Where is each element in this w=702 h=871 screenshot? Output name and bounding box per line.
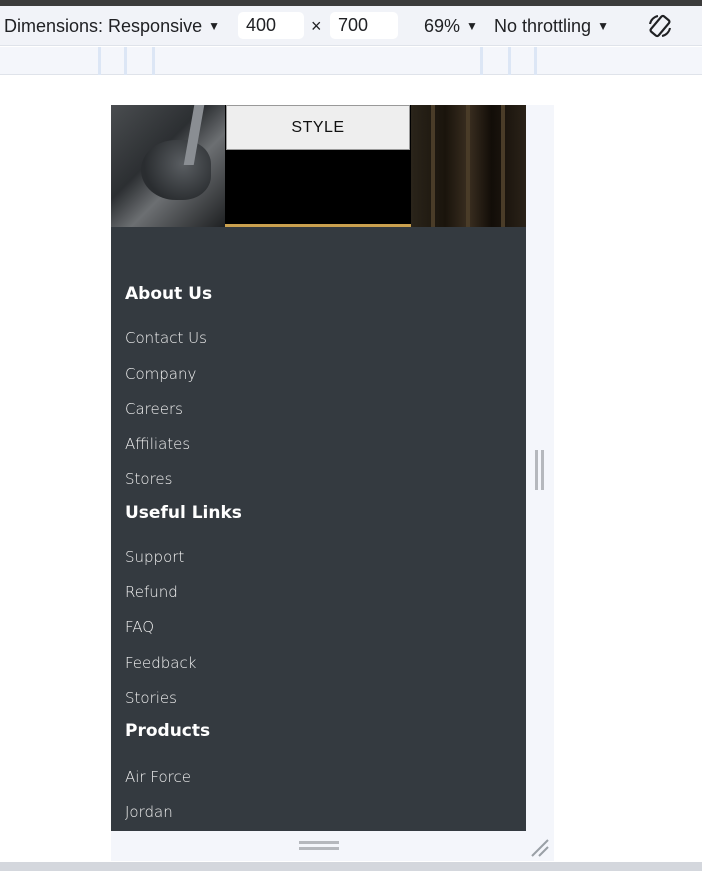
link-support[interactable]: Support bbox=[125, 548, 184, 566]
right-resize-handle[interactable] bbox=[535, 450, 538, 490]
corner-resize-icon[interactable] bbox=[530, 838, 550, 858]
link-feedback[interactable]: Feedback bbox=[125, 654, 196, 672]
link-affiliates[interactable]: Affiliates bbox=[125, 435, 190, 453]
bottom-scrollbar-strip bbox=[0, 862, 702, 871]
ruler-tick bbox=[152, 47, 155, 75]
right-resize-handle-grip[interactable] bbox=[541, 450, 544, 490]
height-input[interactable]: 700 bbox=[330, 12, 398, 39]
zoom-label: 69% bbox=[424, 15, 461, 36]
link-refund[interactable]: Refund bbox=[125, 583, 178, 601]
section-title-about-us: About Us bbox=[125, 284, 213, 304]
ruler-tick bbox=[534, 47, 537, 75]
zoom-dropdown[interactable]: 69% ▼ bbox=[424, 6, 478, 46]
times-symbol: × bbox=[311, 15, 322, 36]
link-jordan[interactable]: Jordan bbox=[125, 803, 173, 821]
style-button[interactable]: STYLE bbox=[226, 105, 410, 150]
link-contact-us[interactable]: Contact Us bbox=[125, 329, 207, 347]
ruler-tick bbox=[124, 47, 127, 75]
link-faq[interactable]: FAQ bbox=[125, 618, 154, 636]
link-air-force[interactable]: Air Force bbox=[125, 768, 191, 786]
dimensions-dropdown[interactable]: Dimensions: Responsive ▼ bbox=[4, 6, 220, 46]
link-careers[interactable]: Careers bbox=[125, 400, 183, 418]
caret-down-icon: ▼ bbox=[597, 19, 609, 33]
hero-bar bbox=[431, 105, 435, 227]
bottom-resize-handle-grip[interactable] bbox=[299, 847, 339, 850]
ruler-tick bbox=[508, 47, 511, 75]
section-title-useful-links: Useful Links bbox=[125, 503, 242, 523]
hero-image-right bbox=[411, 105, 526, 227]
link-stores[interactable]: Stores bbox=[125, 470, 172, 488]
throttling-dropdown[interactable]: No throttling ▼ bbox=[494, 6, 609, 46]
section-title-products: Products bbox=[125, 721, 211, 741]
caret-down-icon: ▼ bbox=[208, 19, 220, 33]
width-input[interactable]: 400 bbox=[238, 12, 304, 39]
hero-shape bbox=[141, 140, 211, 200]
hero-banner: STYLE bbox=[111, 105, 526, 227]
link-company[interactable]: Company bbox=[125, 365, 196, 383]
rotate-icon[interactable] bbox=[646, 12, 674, 40]
ruler-tick bbox=[480, 47, 483, 75]
hero-image-left bbox=[111, 105, 225, 227]
ruler-tick bbox=[98, 47, 101, 75]
throttling-label: No throttling bbox=[494, 15, 592, 36]
viewport-area: STYLE About Us Contact Us Company Career… bbox=[0, 76, 702, 862]
dimensions-label: Dimensions: Responsive bbox=[4, 15, 203, 36]
hero-bar bbox=[466, 105, 470, 227]
hero-bar bbox=[501, 105, 505, 227]
media-query-ruler bbox=[0, 47, 702, 75]
caret-down-icon: ▼ bbox=[466, 19, 478, 33]
bottom-resize-handle[interactable] bbox=[299, 841, 339, 844]
link-stories[interactable]: Stories bbox=[125, 689, 177, 707]
device-toolbar: Dimensions: Responsive ▼ 400 × 700 69% ▼… bbox=[0, 6, 702, 46]
